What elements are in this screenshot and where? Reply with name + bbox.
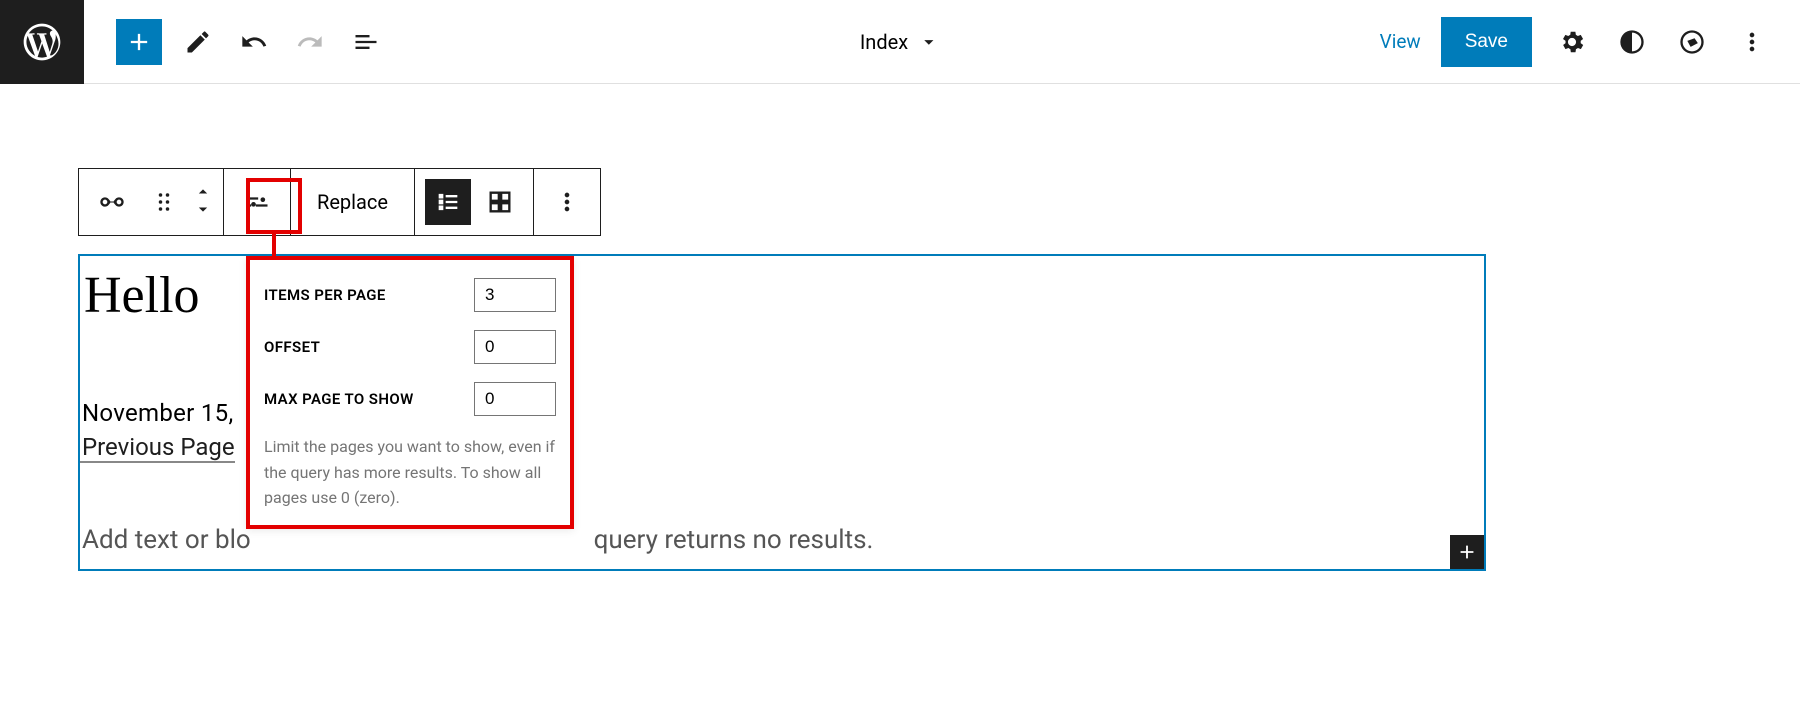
- plus-icon: [125, 28, 153, 56]
- gear-icon: [1558, 28, 1586, 56]
- list-view-icon: [352, 28, 380, 56]
- move-up-button[interactable]: [193, 183, 213, 202]
- list-layout-button[interactable]: [425, 179, 471, 225]
- drag-handle-button[interactable]: [141, 179, 187, 225]
- offset-input[interactable]: [474, 330, 556, 364]
- view-link[interactable]: View: [1380, 30, 1421, 53]
- list-layout-icon: [434, 188, 462, 216]
- more-vertical-icon: [1738, 28, 1766, 56]
- no-results-placeholder[interactable]: Add text or blo query returns no results…: [80, 525, 1484, 555]
- move-down-button[interactable]: [193, 202, 213, 221]
- block-appender-button[interactable]: [1450, 535, 1484, 569]
- compass-icon: [1678, 28, 1706, 56]
- annotation-connector: [272, 234, 276, 256]
- plus-icon: [1456, 541, 1478, 563]
- styles-button[interactable]: [1612, 22, 1652, 62]
- infinity-icon: [98, 188, 126, 216]
- block-movers: [193, 183, 213, 221]
- max-page-label: Max page to show: [264, 390, 414, 408]
- max-page-input[interactable]: [474, 382, 556, 416]
- query-loop-block-button[interactable]: [89, 179, 135, 225]
- replace-button[interactable]: Replace: [301, 190, 404, 214]
- block-more-options[interactable]: [544, 179, 590, 225]
- display-settings-popover: Items per page Offset Max page to show L…: [246, 256, 574, 529]
- redo-icon: [296, 28, 324, 56]
- display-settings-button[interactable]: [234, 179, 280, 225]
- pencil-icon: [184, 28, 212, 56]
- template-name: Index: [860, 30, 908, 54]
- toolbar-right: View Save: [1380, 17, 1800, 67]
- wordpress-logo[interactable]: [0, 0, 84, 84]
- items-per-page-label: Items per page: [264, 286, 386, 304]
- list-view-button[interactable]: [346, 22, 386, 62]
- add-block-button[interactable]: [116, 19, 162, 65]
- items-per-page-input[interactable]: [474, 278, 556, 312]
- editor-top-bar: Index View Save: [0, 0, 1800, 84]
- grid-layout-button[interactable]: [477, 179, 523, 225]
- more-options-button[interactable]: [1732, 22, 1772, 62]
- chevron-up-icon: [193, 184, 213, 198]
- contrast-icon: [1618, 28, 1646, 56]
- chevron-down-icon: [918, 31, 940, 53]
- edit-tool-button[interactable]: [178, 22, 218, 62]
- undo-icon: [240, 28, 268, 56]
- wordpress-icon: [20, 20, 64, 64]
- max-page-help-text: Limit the pages you want to show, even i…: [264, 434, 556, 511]
- drag-icon: [150, 188, 178, 216]
- block-toolbar: Replace: [78, 168, 601, 236]
- settings-button[interactable]: [1552, 22, 1592, 62]
- chevron-down-icon: [193, 203, 213, 217]
- toolbar-left: [84, 19, 386, 65]
- previous-page-link[interactable]: Previous Page: [80, 433, 235, 463]
- grid-layout-icon: [486, 188, 514, 216]
- redo-button[interactable]: [290, 22, 330, 62]
- offset-label: Offset: [264, 338, 320, 356]
- save-button[interactable]: Save: [1441, 17, 1532, 67]
- navigation-button[interactable]: [1672, 22, 1712, 62]
- template-selector[interactable]: Index: [860, 0, 940, 84]
- more-vertical-icon: [553, 188, 581, 216]
- undo-button[interactable]: [234, 22, 274, 62]
- sliders-icon: [243, 188, 271, 216]
